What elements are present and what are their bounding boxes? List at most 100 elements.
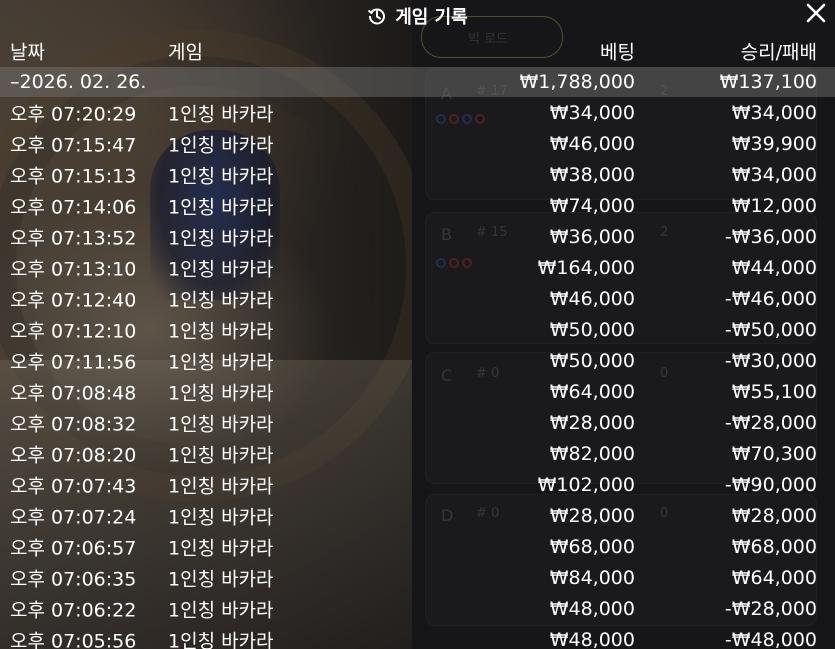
row-result: -₩46,000	[724, 287, 817, 310]
row-bet: ₩50,000	[549, 349, 635, 372]
column-header-date: 날짜	[10, 41, 45, 64]
row-result: ₩34,000	[731, 101, 817, 124]
column-header-game: 게임	[168, 41, 203, 64]
table-row[interactable]: 오후 07:20:29 1인칭 바카라 ₩34,000 ₩34,000	[0, 97, 835, 128]
row-result: -₩48,000	[724, 628, 817, 649]
table-row[interactable]: 오후 07:08:48 1인칭 바카라 ₩64,000 ₩55,100	[0, 376, 835, 407]
row-time: 오후 07:11:56	[10, 351, 137, 373]
table-row[interactable]: 오후 07:12:40 1인칭 바카라 ₩46,000 -₩46,000	[0, 283, 835, 314]
history-title-group: 게임 기록	[367, 3, 468, 29]
row-time: 오후 07:13:10	[10, 258, 137, 280]
row-game: 1인칭 바카라	[168, 475, 274, 497]
row-game: 1인칭 바카라	[168, 134, 274, 156]
table-header: 날짜 게임 베팅 승리/패배	[0, 36, 835, 66]
row-game: 1인칭 바카라	[168, 351, 274, 373]
row-game: 1인칭 바카라	[168, 258, 274, 280]
row-game: 1인칭 바카라	[168, 568, 274, 590]
row-result: -₩28,000	[724, 597, 817, 620]
summary-result-total: ₩137,100	[719, 71, 817, 93]
close-icon[interactable]	[805, 2, 827, 28]
table-row[interactable]: 오후 07:08:20 1인칭 바카라 ₩82,000 ₩70,300	[0, 438, 835, 469]
table-row[interactable]: 오후 07:12:10 1인칭 바카라 ₩50,000 -₩50,000	[0, 314, 835, 345]
row-bet: ₩82,000	[549, 442, 635, 465]
table-row[interactable]: 오후 07:15:47 1인칭 바카라 ₩46,000 ₩39,900	[0, 128, 835, 159]
row-result: -₩36,000	[724, 225, 817, 248]
row-game: 1인칭 바카라	[168, 196, 274, 218]
row-result: ₩12,000	[731, 194, 817, 217]
history-title: 게임 기록	[395, 7, 468, 28]
row-time: 오후 07:06:22	[10, 599, 137, 621]
history-icon	[367, 6, 387, 26]
row-game: 1인칭 바카라	[168, 506, 274, 528]
row-bet: ₩46,000	[549, 132, 635, 155]
summary-date: –2026. 02. 26.	[10, 71, 147, 93]
row-bet: ₩102,000	[537, 473, 635, 496]
row-time: 오후 07:12:10	[10, 320, 137, 342]
table-row[interactable]: 오후 07:15:13 1인칭 바카라 ₩38,000 ₩34,000	[0, 159, 835, 190]
row-time: 오후 07:20:29	[10, 103, 137, 125]
row-game: 1인칭 바카라	[168, 227, 274, 249]
row-game: 1인칭 바카라	[168, 382, 274, 404]
row-result: ₩34,000	[731, 163, 817, 186]
date-summary-row[interactable]: –2026. 02. 26. ₩1,788,000 ₩137,100	[0, 67, 835, 97]
row-result: ₩68,000	[731, 535, 817, 558]
table-row[interactable]: 오후 07:06:35 1인칭 바카라 ₩84,000 ₩64,000	[0, 562, 835, 593]
table-row[interactable]: 오후 07:13:52 1인칭 바카라 ₩36,000 -₩36,000	[0, 221, 835, 252]
row-bet: ₩38,000	[549, 163, 635, 186]
row-bet: ₩48,000	[549, 597, 635, 620]
row-time: 오후 07:08:48	[10, 382, 137, 404]
row-time: 오후 07:08:20	[10, 444, 137, 466]
row-game: 1인칭 바카라	[168, 320, 274, 342]
table-row[interactable]: 오후 07:05:56 1인칭 바카라 ₩48,000 -₩48,000	[0, 624, 835, 649]
row-time: 오후 07:08:32	[10, 413, 137, 435]
row-bet: ₩50,000	[549, 318, 635, 341]
row-result: -₩90,000	[724, 473, 817, 496]
row-bet: ₩68,000	[549, 535, 635, 558]
row-bet: ₩46,000	[549, 287, 635, 310]
row-result: ₩39,900	[731, 132, 817, 155]
row-time: 오후 07:14:06	[10, 196, 137, 218]
game-history-screen: 빅 로드 A # 17 2 B # 15 2 C # 0 0 D # 0 0 게…	[0, 0, 835, 649]
table-row[interactable]: 오후 07:06:57 1인칭 바카라 ₩68,000 ₩68,000	[0, 531, 835, 562]
row-game: 1인칭 바카라	[168, 599, 274, 621]
row-result: -₩50,000	[724, 318, 817, 341]
row-game: 1인칭 바카라	[168, 289, 274, 311]
table-row[interactable]: 오후 07:08:32 1인칭 바카라 ₩28,000 -₩28,000	[0, 407, 835, 438]
table-row[interactable]: 오후 07:07:24 1인칭 바카라 ₩28,000 ₩28,000	[0, 500, 835, 531]
row-game: 1인칭 바카라	[168, 165, 274, 187]
row-time: 오후 07:12:40	[10, 289, 137, 311]
row-result: ₩64,000	[731, 566, 817, 589]
row-time: 오후 07:13:52	[10, 227, 137, 249]
table-row[interactable]: 오후 07:13:10 1인칭 바카라 ₩164,000 ₩44,000	[0, 252, 835, 283]
table-row[interactable]: 오후 07:11:56 1인칭 바카라 ₩50,000 -₩30,000	[0, 345, 835, 376]
row-game: 1인칭 바카라	[168, 444, 274, 466]
row-bet: ₩28,000	[549, 504, 635, 527]
row-game: 1인칭 바카라	[168, 630, 274, 649]
row-bet: ₩84,000	[549, 566, 635, 589]
column-header-result: 승리/패배	[740, 41, 817, 64]
close-button[interactable]	[803, 2, 829, 28]
row-game: 1인칭 바카라	[168, 103, 274, 125]
row-game: 1인칭 바카라	[168, 413, 274, 435]
row-time: 오후 07:07:24	[10, 506, 137, 528]
table-row[interactable]: 오후 07:14:06 1인칭 바카라 ₩74,000 ₩12,000	[0, 190, 835, 221]
row-time: 오후 07:05:56	[10, 630, 137, 649]
row-result: -₩30,000	[724, 349, 817, 372]
row-result: -₩28,000	[724, 411, 817, 434]
row-bet: ₩64,000	[549, 380, 635, 403]
row-time: 오후 07:15:13	[10, 165, 137, 187]
row-bet: ₩34,000	[549, 101, 635, 124]
row-result: ₩28,000	[731, 504, 817, 527]
table-row[interactable]: 오후 07:06:22 1인칭 바카라 ₩48,000 -₩28,000	[0, 593, 835, 624]
column-header-bet: 베팅	[600, 41, 635, 64]
row-bet: ₩48,000	[549, 628, 635, 649]
row-result: ₩44,000	[731, 256, 817, 279]
summary-bet-total: ₩1,788,000	[519, 71, 635, 93]
row-time: 오후 07:06:57	[10, 537, 137, 559]
history-list: 오후 07:20:29 1인칭 바카라 ₩34,000 ₩34,000 오후 0…	[0, 97, 835, 649]
row-result: ₩55,100	[731, 380, 817, 403]
history-title-bar: 게임 기록	[0, 0, 835, 32]
row-result: ₩70,300	[731, 442, 817, 465]
row-time: 오후 07:15:47	[10, 134, 137, 156]
table-row[interactable]: 오후 07:07:43 1인칭 바카라 ₩102,000 -₩90,000	[0, 469, 835, 500]
